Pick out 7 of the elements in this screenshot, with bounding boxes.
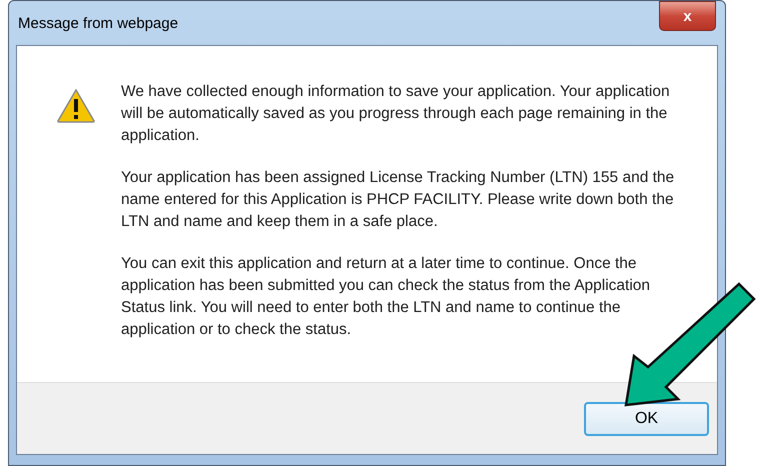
window-title: Message from webpage xyxy=(18,14,178,34)
message-paragraph: We have collected enough information to save your application. Your application will be automatically saved as you progress through each page remaining in the application. xyxy=(121,82,671,146)
message-paragraph: You can exit this application and return at a later time to continue. Once the application has been submitted you can check the status from the Application Status link. You will need to enter both the LTN and name to continue the application or to check the status. xyxy=(121,254,652,340)
ok-button[interactable]: OK xyxy=(584,402,709,436)
message-paragraph: Your application has been assigned License Tracking Number (LTN) 155 and the name entered for this Application is PHCP FACILITY. Please write down both the LTN and name and keep them in a safe place. xyxy=(121,168,676,232)
warning-icon xyxy=(57,89,95,123)
close-button[interactable]: x xyxy=(659,1,716,31)
